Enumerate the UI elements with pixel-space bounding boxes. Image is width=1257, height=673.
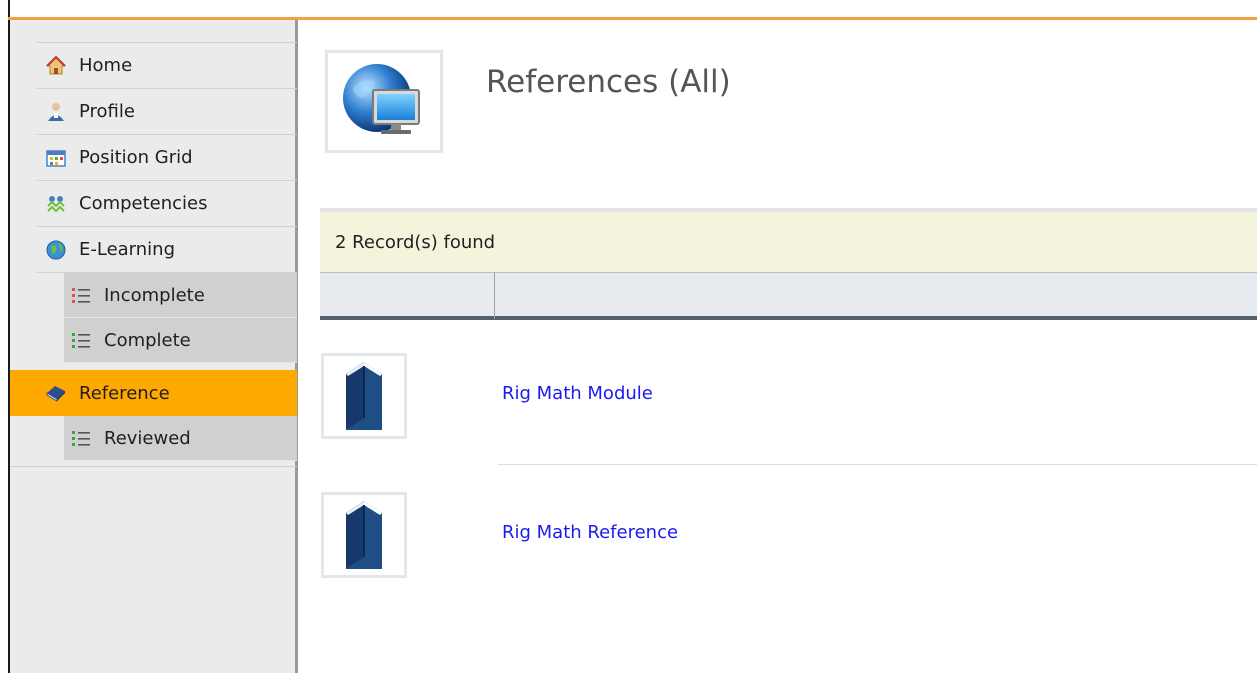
sidebar-subitem-reviewed[interactable]: Reviewed [64,416,297,461]
sidebar-item-profile[interactable]: Profile [37,89,297,135]
sidebar-item-label: E-Learning [79,239,176,260]
reference-link[interactable]: Rig Math Reference [502,522,678,543]
sidebar-item-label: Profile [79,101,135,122]
competencies-icon [45,193,67,215]
row-separator [498,464,1257,465]
book-thumbnail-icon[interactable] [321,492,407,578]
list-green-icon [70,427,92,449]
grid-header [320,272,1257,320]
sidebar-item-position-grid[interactable]: Position Grid [37,135,297,181]
sidebar-subitem-incomplete[interactable]: Incomplete [64,273,297,318]
sidebar-item-label: Reviewed [104,427,191,449]
book-icon [45,382,67,404]
sidebar-item-label: Position Grid [79,147,193,168]
list-item: Rig Math Module [320,353,1257,441]
sidebar-item-label: Reference [79,382,170,404]
sidebar-item-reference[interactable]: Reference [10,370,297,416]
window-top [8,0,1257,17]
profile-icon [45,101,67,123]
home-icon [45,55,67,77]
list-red-icon [70,284,92,306]
book-thumbnail-icon[interactable] [321,353,407,439]
sidebar: Home Profile Position Grid Competencies [8,20,298,673]
page-logo [325,50,443,153]
column-divider [494,273,495,319]
records-count-bar: 2 Record(s) found [320,208,1257,272]
sidebar-item-home[interactable]: Home [37,43,297,89]
list-item: Rig Math Reference [320,492,1257,580]
sidebar-item-label: Home [79,55,133,76]
grid-icon [45,147,67,169]
sidebar-subitem-complete[interactable]: Complete [64,318,297,363]
globe-icon [45,239,67,261]
sidebar-item-competencies[interactable]: Competencies [37,181,297,227]
page-title: References (All) [486,64,731,100]
sidebar-divider [10,461,297,467]
sidebar-item-label: Incomplete [104,284,205,306]
sidebar-item-elearning[interactable]: E-Learning [37,227,297,273]
sidebar-item-label: Complete [104,329,191,351]
list-green-icon [70,329,92,351]
records-count: 2 Record(s) found [335,231,496,253]
main-content: References (All) 2 Record(s) found Rig M… [298,20,1257,673]
sidebar-nav: Home Profile Position Grid Competencies [10,42,297,467]
sidebar-item-label: Competencies [79,193,208,214]
reference-link[interactable]: Rig Math Module [502,383,653,404]
globe-computer-icon [339,58,429,146]
